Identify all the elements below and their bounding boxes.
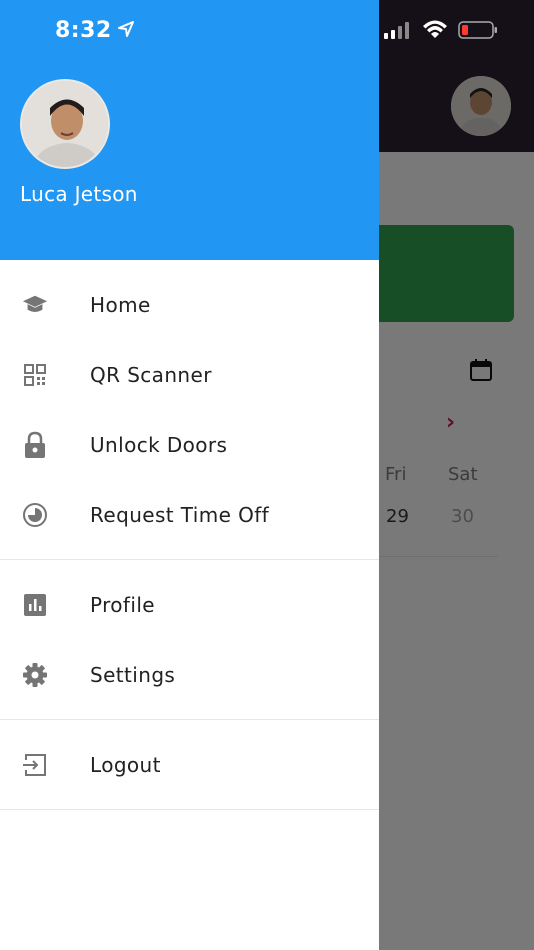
- menu-item-profile[interactable]: Profile: [0, 570, 379, 640]
- menu-item-settings[interactable]: Settings: [0, 640, 379, 710]
- menu-label: Request Time Off: [90, 503, 270, 527]
- time-text: 8:32: [55, 18, 112, 43]
- menu-divider: [0, 559, 379, 560]
- status-bar-indicators: [384, 18, 498, 46]
- menu-item-logout[interactable]: Logout: [0, 730, 379, 800]
- navigation-drawer: 8:32 Luca Jetson Home QR Scanner Unlock …: [0, 0, 379, 950]
- menu-label: Unlock Doors: [90, 433, 228, 457]
- wifi-icon: [422, 20, 448, 45]
- lock-icon: [22, 431, 48, 458]
- graduation-cap-icon: [22, 292, 48, 318]
- battery-icon: [458, 20, 498, 45]
- logout-icon: [22, 752, 48, 778]
- menu-label: Settings: [90, 663, 176, 687]
- menu-item-home[interactable]: Home: [0, 270, 379, 340]
- menu-item-qr-scanner[interactable]: QR Scanner: [0, 340, 379, 410]
- user-name: Luca Jetson: [20, 182, 138, 206]
- menu-label: Profile: [90, 593, 155, 617]
- menu-item-request-time-off[interactable]: Request Time Off: [0, 480, 379, 550]
- location-arrow-icon: [117, 18, 134, 43]
- cellular-signal-icon: [384, 21, 412, 44]
- menu-label: Home: [90, 293, 151, 317]
- clock-icon: [22, 502, 48, 528]
- menu-divider: [0, 809, 379, 810]
- menu-divider: [0, 719, 379, 720]
- qr-code-icon: [22, 362, 48, 388]
- gear-icon: [22, 662, 48, 688]
- bar-chart-icon: [22, 592, 48, 618]
- menu-label: QR Scanner: [90, 363, 212, 387]
- menu-label: Logout: [90, 753, 161, 777]
- menu-item-unlock-doors[interactable]: Unlock Doors: [0, 410, 379, 480]
- profile-avatar[interactable]: [20, 79, 110, 169]
- status-bar-time: 8:32: [55, 18, 134, 43]
